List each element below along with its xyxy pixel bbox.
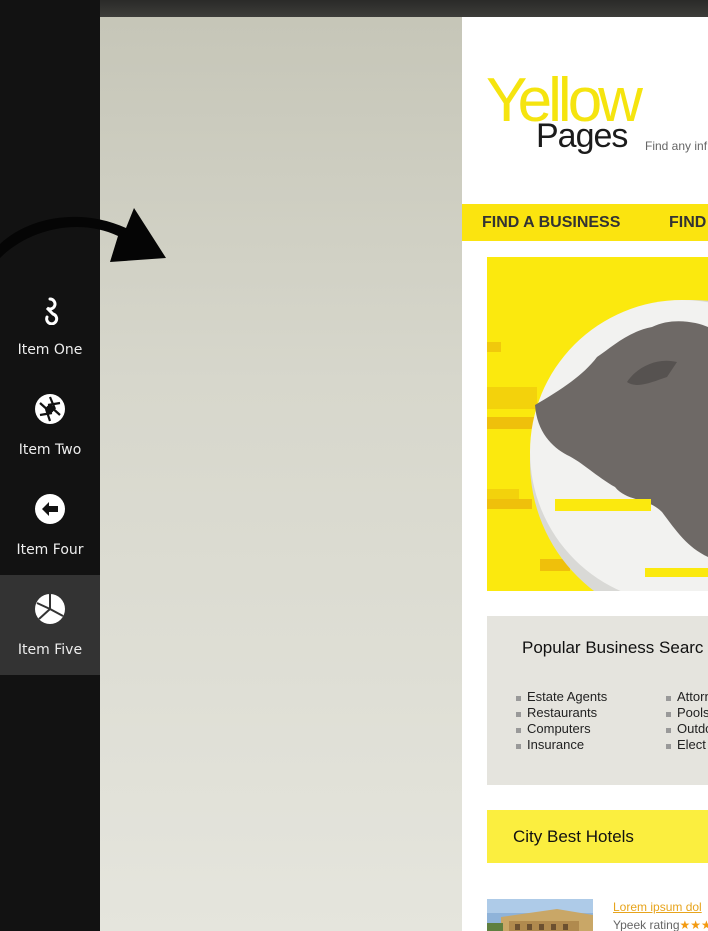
sidebar-item-one[interactable]: Item One — [0, 275, 100, 375]
pie-chart-icon — [35, 594, 65, 624]
globe-banner — [487, 257, 708, 591]
sidebar-item-two[interactable]: Item Two — [0, 375, 100, 475]
sidebar-item-five[interactable]: Item Five — [0, 575, 100, 675]
list-item[interactable]: Estate Agents — [514, 689, 607, 705]
hotel-photo — [487, 899, 593, 931]
logo-tagline: Find any inf — [645, 139, 708, 153]
hotel-link[interactable]: Lorem ipsum dol — [613, 900, 702, 914]
sidebar: Item One Item Two Item Four Item Five — [0, 0, 100, 931]
top-bar — [100, 0, 708, 17]
aperture-icon — [35, 394, 65, 424]
sidebar-item-label: Item One — [17, 342, 83, 358]
list-item[interactable]: Computers — [514, 721, 607, 737]
website-preview: Yellow Pages Find any inf FIND A BUSINES… — [462, 17, 708, 931]
hotel-thumbnail[interactable] — [487, 899, 593, 931]
hotels-header: City Best Hotels — [487, 810, 708, 863]
popular-list-right: Attorn Pools Outdo Elect — [664, 689, 708, 753]
logo-pages-text: Pages — [536, 117, 628, 155]
chain-link-icon — [45, 297, 59, 325]
hotel-rating: Ypeek rating★★★ — [613, 918, 708, 931]
sidebar-item-four[interactable]: Item Four — [0, 475, 100, 575]
list-item[interactable]: Restaurants — [514, 705, 607, 721]
site-nav: FIND A BUSINESS FIND — [462, 204, 708, 241]
rating-label: Ypeek rating — [613, 918, 680, 931]
sidebar-item-label: Item Four — [16, 542, 84, 558]
sidebar-item-label: Item Two — [18, 442, 82, 458]
star-rating-icon: ★★★ — [679, 918, 708, 931]
arrow-left-circle-icon — [35, 494, 65, 524]
sidebar-item-label: Item Five — [17, 642, 83, 658]
globe-illustration — [487, 257, 708, 591]
hotels-title: City Best Hotels — [513, 827, 634, 846]
popular-list-left: Estate Agents Restaurants Computers Insu… — [514, 689, 607, 753]
content-backdrop — [100, 17, 462, 931]
popular-title: Popular Business Searc — [522, 638, 704, 657]
list-item[interactable]: Outdo — [664, 721, 708, 737]
nav-find[interactable]: FIND — [669, 214, 706, 232]
list-item[interactable]: Elect — [664, 737, 708, 753]
popular-searches: Popular Business Searc Estate Agents Res… — [487, 616, 708, 785]
curved-arrow-icon — [0, 208, 166, 262]
list-item[interactable]: Insurance — [514, 737, 607, 753]
nav-find-business[interactable]: FIND A BUSINESS — [482, 214, 620, 232]
list-item[interactable]: Attorn — [664, 689, 708, 705]
list-item[interactable]: Pools — [664, 705, 708, 721]
